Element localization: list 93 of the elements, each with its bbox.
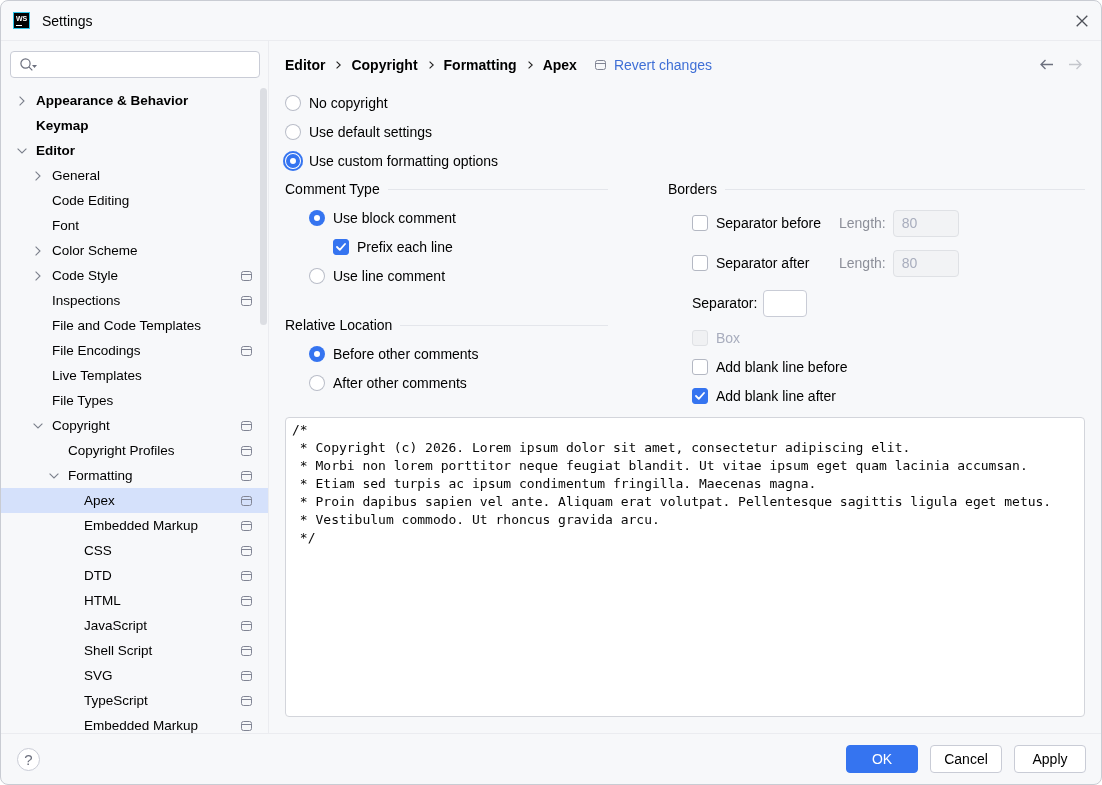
- tree-item[interactable]: Inspections: [1, 288, 268, 313]
- arrow-left-icon: [1040, 59, 1054, 70]
- dialog-button[interactable]: Cancel: [930, 745, 1002, 773]
- chevron-right-icon: [336, 60, 342, 69]
- radio-button[interactable]: [309, 209, 325, 226]
- radio-label[interactable]: Use line comment: [333, 267, 446, 284]
- radio-button[interactable]: [283, 150, 303, 171]
- tree-item[interactable]: File and Code Templates: [1, 313, 268, 338]
- separator-field[interactable]: [763, 289, 808, 317]
- code-line: * Etiam sed turpis ac ipsum condimentum fringilla. Maecenas magna.: [298, 475, 817, 493]
- tree-item[interactable]: Code Style: [1, 263, 268, 288]
- radio-button[interactable]: [309, 374, 325, 391]
- radio-button[interactable]: [309, 345, 325, 362]
- radio-label[interactable]: Before other comments: [333, 345, 479, 362]
- tree-item[interactable]: DTD: [1, 563, 268, 588]
- chevron-right-icon[interactable]: [35, 270, 41, 281]
- checkbox[interactable]: [692, 215, 708, 231]
- checkbox-label[interactable]: Add blank line before: [716, 358, 848, 375]
- radio-button[interactable]: [309, 267, 325, 284]
- tree-item[interactable]: SVG: [1, 663, 268, 688]
- code-line: * Copyright (c) 2026. Lorem ipsum dolor sit amet, consectetur adipiscing elit.: [298, 439, 911, 457]
- tree-item[interactable]: CSS: [1, 538, 268, 563]
- tree-item[interactable]: JavaScript: [1, 613, 268, 638]
- tree-item[interactable]: Apex: [1, 488, 268, 513]
- section-title: Relative Location: [285, 317, 393, 333]
- chevron-right-icon[interactable]: [35, 245, 41, 256]
- checkbox[interactable]: [333, 238, 349, 255]
- separator-label: Separator:: [692, 295, 758, 311]
- radio-label[interactable]: Use custom formatting options: [309, 152, 499, 169]
- radio-label[interactable]: No copyright: [309, 94, 388, 111]
- checkbox[interactable]: [692, 358, 708, 375]
- tree-item[interactable]: Editor: [1, 138, 268, 163]
- chevron-right-icon[interactable]: [19, 95, 25, 106]
- chevron-down-icon[interactable]: [17, 147, 27, 154]
- chevron-right-icon: [527, 60, 533, 69]
- tree-item[interactable]: Formatting: [1, 463, 268, 488]
- breadcrumb-item[interactable]: Apex: [542, 56, 577, 73]
- tree-item[interactable]: Copyright Profiles: [1, 438, 268, 463]
- radio-button[interactable]: [285, 123, 301, 140]
- length-label: Length:: [839, 215, 886, 231]
- arrow-right-icon: [1068, 59, 1082, 70]
- chevron-right-icon: [428, 60, 434, 69]
- dialog-button[interactable]: Apply: [1014, 745, 1086, 773]
- scrollbar-thumb[interactable]: [260, 88, 267, 325]
- length-label: Length:: [839, 255, 886, 271]
- search-icon: [20, 58, 37, 71]
- tree-item[interactable]: Font: [1, 213, 268, 238]
- checkbox-label[interactable]: Separator after: [716, 255, 810, 271]
- radio-label[interactable]: Use block comment: [333, 209, 456, 226]
- checkbox-label[interactable]: Add blank line after: [716, 387, 836, 404]
- code-line: /*: [292, 421, 308, 439]
- breadcrumb-item[interactable]: Copyright: [351, 56, 418, 73]
- radio-button[interactable]: [285, 94, 301, 111]
- breadcrumb-item[interactable]: Formatting: [443, 56, 517, 73]
- tree-item[interactable]: File Encodings: [1, 338, 268, 363]
- breadcrumb-item[interactable]: Editor: [285, 56, 326, 73]
- close-icon: [1076, 14, 1088, 27]
- code-line: * Morbi non lorem porttitor neque feugiat blandit. Ut vitae ipsum eget quam lacinia accumsan.: [298, 457, 1028, 475]
- tree-item[interactable]: File Types: [1, 388, 268, 413]
- tree-item[interactable]: Embedded Markup: [1, 713, 268, 733]
- checkbox[interactable]: [692, 387, 708, 404]
- section-title: Comment Type: [285, 181, 380, 197]
- section-title: Borders: [668, 181, 718, 197]
- code-line: * Vestibulum commodo. Ut rhoncus gravida arcu.: [298, 511, 660, 529]
- checkmark-icon: [336, 242, 346, 251]
- window-icon: [594, 59, 606, 70]
- code-line: * Proin dapibus sapien vel ante. Aliquam erat volutpat. Pellentesque sagittis ligula eget metus.: [298, 493, 1052, 511]
- search-field[interactable]: [10, 51, 260, 78]
- tree-item[interactable]: General: [1, 163, 268, 188]
- radio-label[interactable]: Use default settings: [309, 123, 432, 140]
- tree-item[interactable]: Appearance & Behavior: [1, 88, 268, 113]
- window-title: Settings: [42, 12, 93, 29]
- revert-changes-link[interactable]: Revert changes: [613, 56, 712, 73]
- tree-item[interactable]: Live Templates: [1, 363, 268, 388]
- tree-item[interactable]: TypeScript: [1, 688, 268, 713]
- ok-button[interactable]: OK: [846, 745, 918, 773]
- checkbox-label[interactable]: Separator before: [716, 215, 822, 231]
- checkbox-label[interactable]: Prefix each line: [357, 238, 453, 255]
- tree-item[interactable]: Embedded Markup: [1, 513, 268, 538]
- chevron-down-icon[interactable]: [33, 422, 43, 429]
- tree-item[interactable]: Color Scheme: [1, 238, 268, 263]
- chevron-down-icon[interactable]: [49, 472, 59, 479]
- tree-item[interactable]: Copyright: [1, 413, 268, 438]
- tree-item[interactable]: Shell Script: [1, 638, 268, 663]
- checkbox[interactable]: [692, 255, 708, 271]
- tree-item[interactable]: Keymap: [1, 113, 268, 138]
- chevron-right-icon[interactable]: [35, 170, 41, 181]
- checkmark-icon: [695, 391, 705, 400]
- help-button[interactable]: ?: [17, 747, 40, 771]
- radio-label[interactable]: After other comments: [333, 374, 467, 391]
- tree-item[interactable]: HTML: [1, 588, 268, 613]
- tree-item[interactable]: Code Editing: [1, 188, 268, 213]
- code-line: */: [298, 529, 316, 547]
